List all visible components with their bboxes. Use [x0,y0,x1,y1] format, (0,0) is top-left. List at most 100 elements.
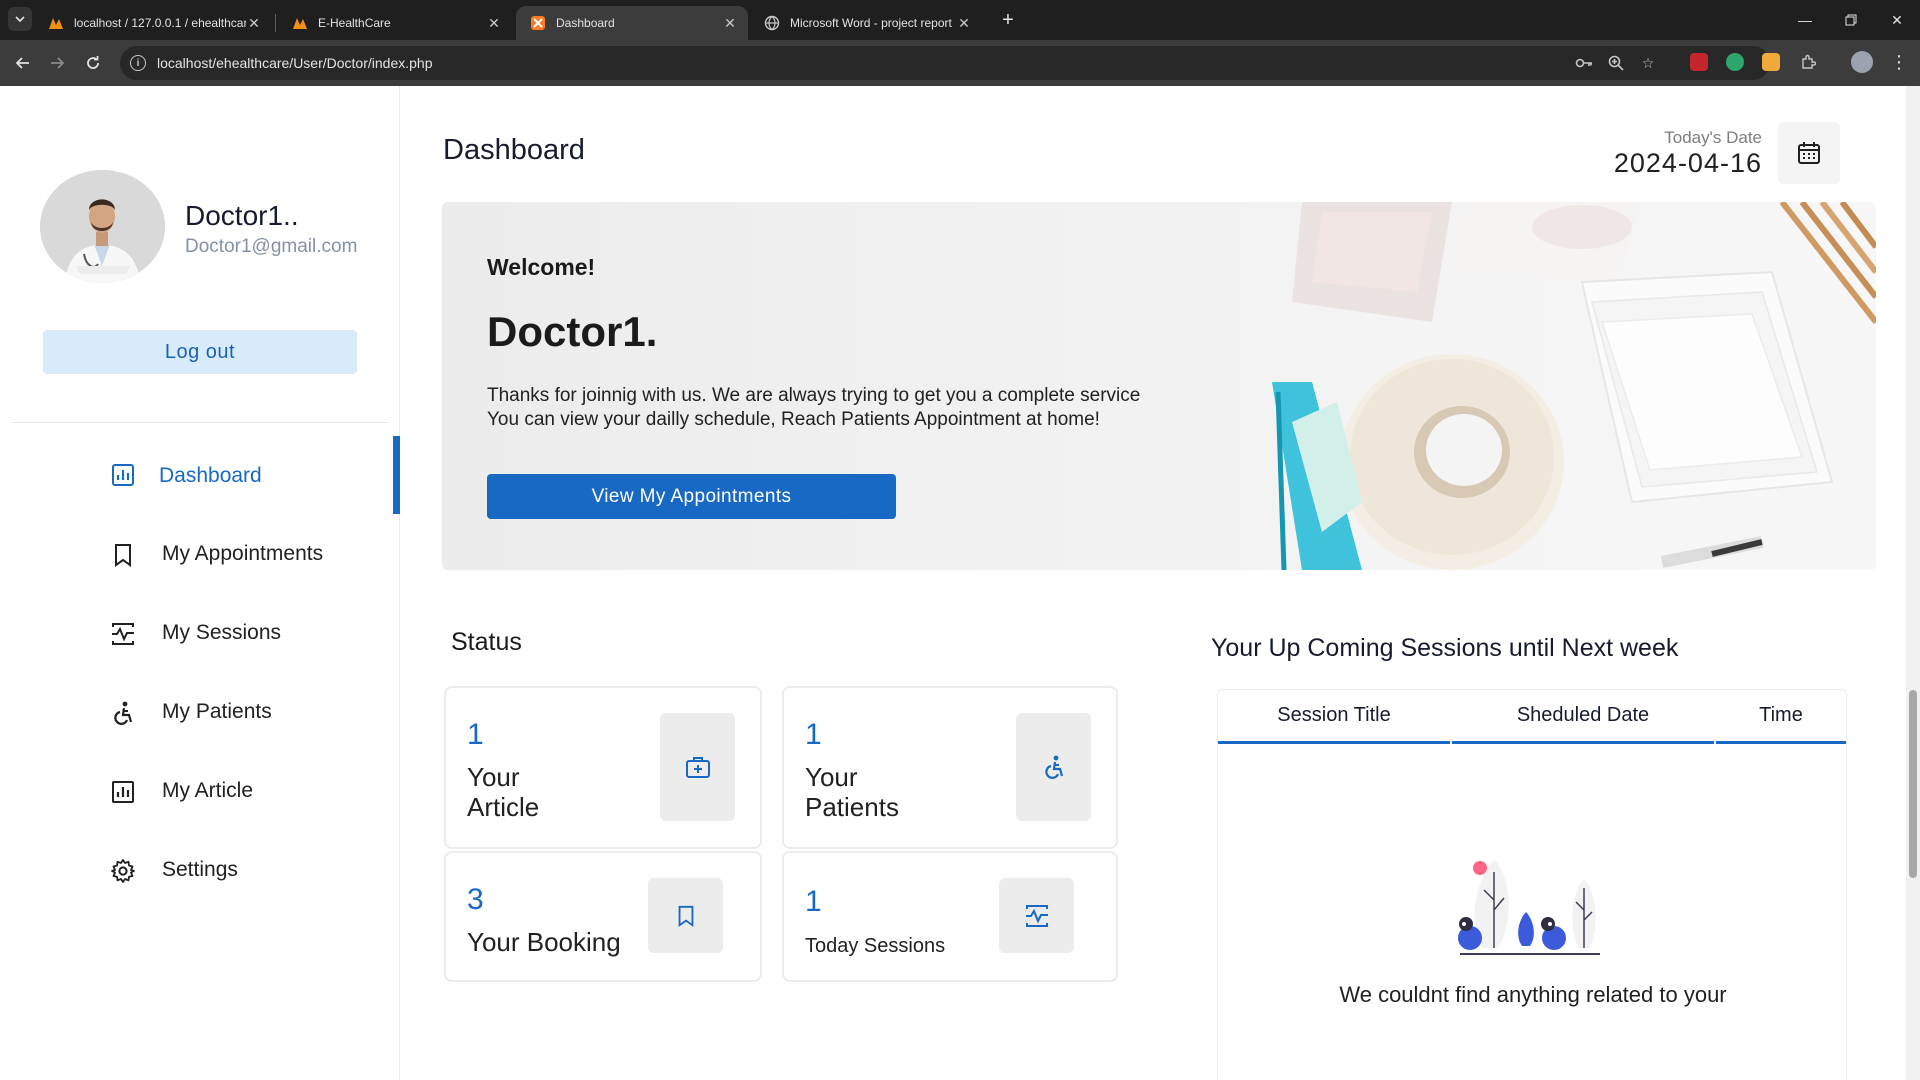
forward-button[interactable] [44,50,70,76]
reload-button[interactable] [80,50,106,76]
back-button[interactable] [10,50,36,76]
sidebar-item-article[interactable]: My Article [0,761,400,821]
zoom-icon[interactable] [1607,54,1625,72]
status-card-patients[interactable]: 1 Your Patients [782,686,1118,849]
address-bar[interactable]: i localhost/ehealthcare/User/Doctor/inde… [120,46,1770,80]
chatgpt-extension-icon[interactable] [1726,53,1744,71]
accessible-icon [114,701,133,725]
sidebar: Doctor1.. Doctor1@gmail.com Log out Dash… [0,86,400,1080]
bookmark-icon [678,905,693,927]
welcome-text-line-2: You can view your dailly schedule, Reach… [487,409,1100,430]
close-icon[interactable]: ✕ [722,15,738,31]
new-tab-button[interactable]: + [996,8,1020,32]
column-header-time: Time [1716,690,1846,744]
restore-button[interactable] [1828,0,1874,40]
sidebar-item-appointments[interactable]: My Appointments [0,524,400,584]
menu-dots-icon[interactable]: ⋮ [1890,52,1908,72]
welcome-name: Doctor1. [487,308,658,355]
article-chart-icon [112,781,134,803]
column-header-session-title: Session Title [1218,690,1450,744]
accessible-icon-box [1016,713,1091,821]
booking-label: Your Booking [467,927,621,957]
chart-icon [112,464,134,486]
sidebar-item-settings[interactable]: Settings [0,840,400,900]
sidebar-item-dashboard[interactable]: Dashboard [0,436,400,514]
tab-title: Dashboard [556,16,615,30]
sidebar-item-sessions[interactable]: My Sessions [0,603,400,663]
status-heading: Status [451,628,522,656]
chevron-down-icon [15,16,25,23]
welcome-heading: Welcome! [487,254,596,280]
patients-label-line-1: Your [805,762,858,792]
close-icon[interactable]: ✕ [246,15,262,31]
xampp-icon [530,15,546,31]
welcome-banner: Welcome! Doctor1. Thanks for joinnig wit… [442,202,1876,570]
browser-toolbar: i localhost/ehealthcare/User/Doctor/inde… [0,40,1920,86]
bookmark-star-icon[interactable]: ☆ [1639,54,1657,72]
extension-icon[interactable] [1762,53,1780,71]
sidebar-item-label: Dashboard [159,464,262,487]
tab-word-report[interactable]: Microsoft Word - project report ✕ [750,6,982,40]
page-scrollbar[interactable] [1906,86,1920,1080]
sessions-label: Today Sessions [805,935,946,957]
tab-title: Microsoft Word - project report [790,16,952,30]
password-key-icon[interactable] [1575,54,1593,72]
active-indicator [393,436,400,514]
site-info-icon[interactable]: i [130,55,146,71]
tab-dashboard[interactable]: Dashboard ✕ [516,6,748,40]
article-count: 1 [467,718,484,751]
accessible-icon [1044,755,1063,779]
empty-state-illustration [1458,860,1600,955]
status-card-sessions[interactable]: 1 Today Sessions [782,851,1118,982]
browser-tab-bar: localhost / 127.0.0.1 / ehealthcare ✕ E-… [0,0,1920,40]
sidebar-item-label: My Article [162,779,254,802]
sidebar-item-label: My Sessions [162,621,282,644]
upcoming-sessions-table: Session Title Sheduled Date Time We coul… [1217,689,1847,1080]
avatar [40,170,165,283]
minimize-button[interactable]: — [1782,0,1828,40]
sessions-count: 1 [805,885,822,918]
doctor-name: Doctor1.. [185,200,299,231]
page-title: Dashboard [443,134,585,166]
tab-search-button[interactable] [8,7,32,31]
status-card-booking[interactable]: 3 Your Booking [444,851,762,982]
arrow-left-icon [15,57,29,69]
logout-button[interactable]: Log out [43,330,357,374]
globe-icon [764,15,780,31]
article-label: Your Article [467,762,539,822]
close-window-button[interactable]: ✕ [1874,0,1920,40]
tab-title: localhost / 127.0.0.1 / ehealthcare [74,16,246,30]
close-icon[interactable]: ✕ [956,15,972,31]
extensions-puzzle-icon[interactable] [1799,53,1817,71]
tab-ehealthcare[interactable]: E-HealthCare ✕ [278,6,512,40]
sidebar-item-label: Settings [162,858,238,881]
medical-bag-icon-box [660,713,735,821]
bookmark-icon [115,544,131,567]
sidebar-item-patients[interactable]: My Patients [0,682,400,742]
scrollbar-thumb[interactable] [1909,690,1917,878]
empty-state-text: We couldnt find anything related to your [1339,982,1727,1007]
welcome-text: Thanks for joinnig with us. We are alway… [487,384,1140,432]
tab-title: E-HealthCare [318,16,391,30]
medical-bag-icon [685,757,710,778]
ublock-extension-icon[interactable] [1690,53,1708,71]
date-label: Today's Date [1664,128,1762,147]
upcoming-sessions-heading: Your Up Coming Sessions until Next week [1211,634,1679,662]
article-label-line-1: Your [467,762,520,792]
bookmark-icon-box [648,878,723,953]
web-page: Doctor1.. Doctor1@gmail.com Log out Dash… [0,86,1920,1080]
calendar-button[interactable] [1778,122,1840,184]
patients-label-line-2: Patients [805,792,899,822]
view-appointments-button[interactable]: View My Appointments [487,474,896,519]
status-card-article[interactable]: 1 Your Article [444,686,762,849]
sidebar-divider [12,422,388,423]
profile-avatar-icon[interactable] [1851,51,1873,73]
close-icon[interactable]: ✕ [486,15,502,31]
tab-divider [275,14,276,32]
sessions-icon [112,623,134,645]
sessions-icon [1025,904,1048,927]
arrow-right-icon [51,57,65,69]
tab-phpmyadmin[interactable]: localhost / 127.0.0.1 / ehealthcare ✕ [34,6,272,40]
patients-label: Your Patients [805,762,899,822]
calendar-icon [1798,142,1820,164]
